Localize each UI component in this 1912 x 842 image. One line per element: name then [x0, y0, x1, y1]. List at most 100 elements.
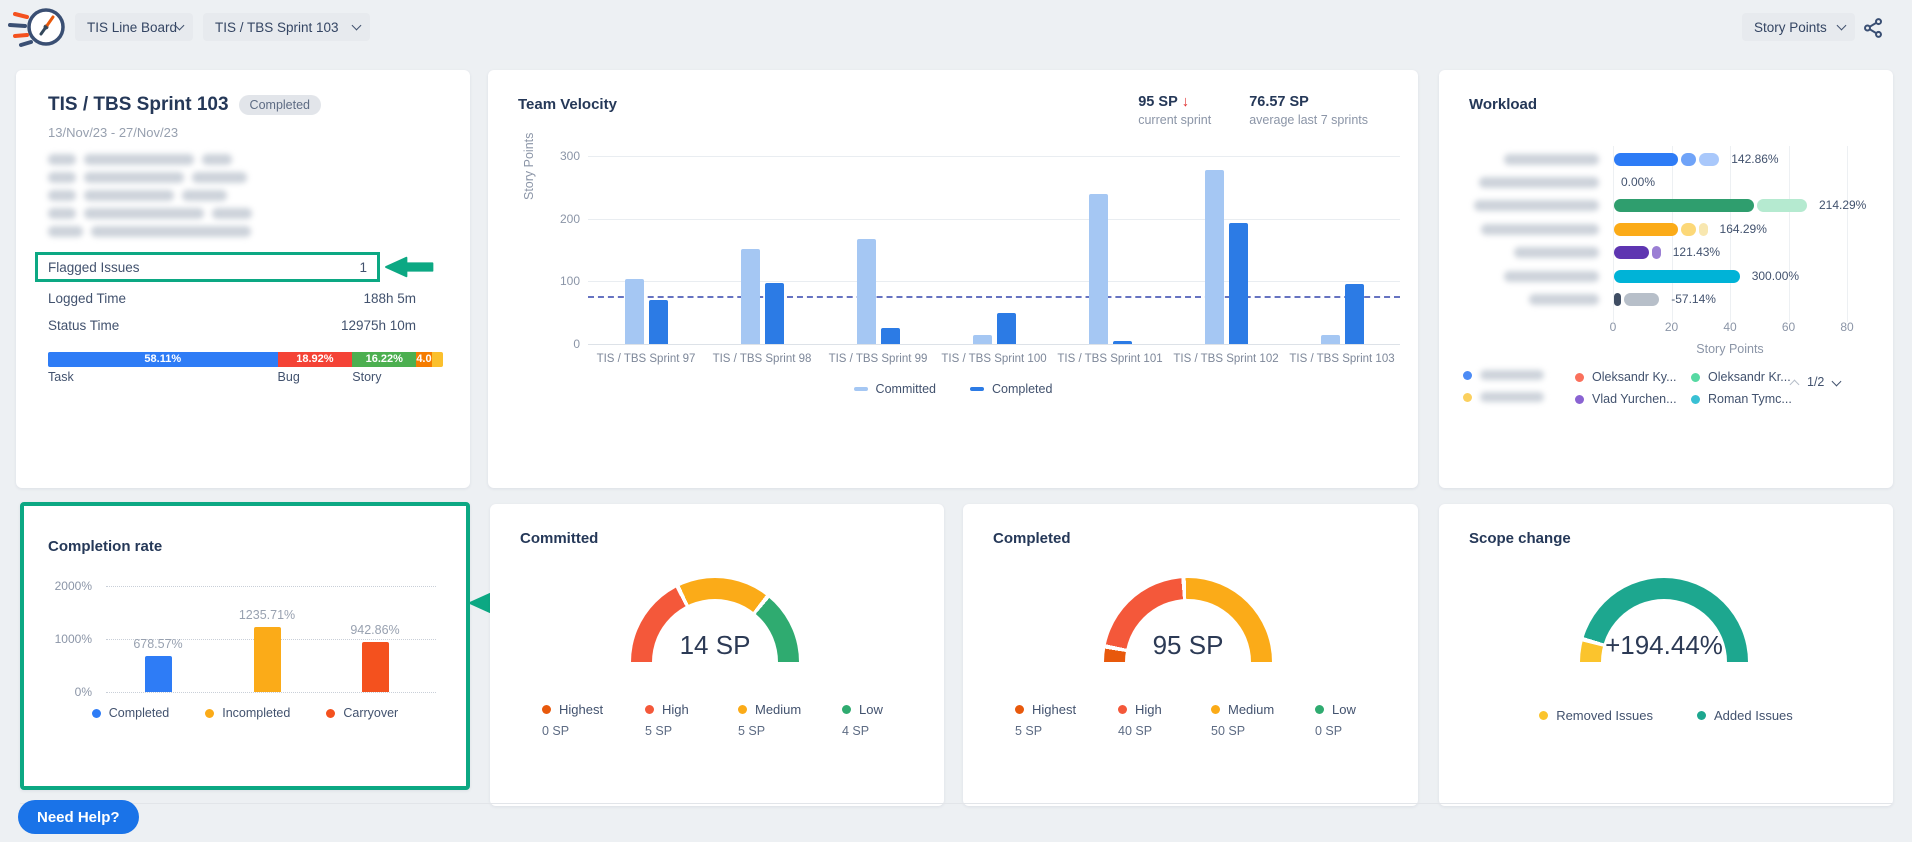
workload-value-label: 142.86%	[1731, 152, 1778, 166]
legend-value: 4 SP	[842, 724, 883, 738]
legend-swatch	[1463, 371, 1472, 380]
x-axis-tick-label: 40	[1710, 320, 1750, 334]
legend-value: 5 SP	[1015, 724, 1076, 738]
issue-bar-segment: 18.92%	[278, 352, 353, 367]
completed-gauge-card: Completed 95 SPHighest5 SPHigh40 SPMediu…	[963, 504, 1418, 806]
current-sprint-stat: 95 SP↓ current sprint	[1138, 94, 1211, 127]
redacted-text	[84, 208, 204, 219]
legend-label: Carryover	[343, 706, 398, 720]
legend-swatch	[970, 387, 984, 391]
stat-value: 1	[359, 260, 367, 275]
legend-swatch	[1015, 705, 1024, 714]
velocity-stats: 95 SP↓ current sprint 76.57 SP average l…	[1138, 94, 1368, 127]
legend-value: 0 SP	[1315, 724, 1356, 738]
legend-swatch	[542, 705, 551, 714]
average-stat: 76.57 SP average last 7 sprints	[1249, 94, 1368, 127]
velocity-y-axis-title: Story Points	[522, 133, 536, 200]
workload-bar-segment	[1614, 293, 1621, 306]
legend-row: High	[645, 702, 689, 717]
y-axis-tick-label: 200	[544, 212, 580, 226]
completion-bar-carryover	[362, 642, 389, 692]
redacted-legend-label	[1480, 392, 1544, 402]
sprint-header: TIS / TBS Sprint 103 Completed	[48, 94, 321, 116]
redacted-legend-label	[1480, 370, 1544, 380]
workload-bar-segment	[1652, 246, 1661, 259]
workload-card: Workload 142.86%0.00%214.29%164.29%121.4…	[1439, 70, 1893, 488]
completion-rate-card: Completion rate CompletedIncompletedCarr…	[20, 502, 470, 790]
y-axis-tick-label: 0	[544, 337, 580, 351]
legend-label: Removed Issues	[1556, 708, 1653, 723]
legend-item: Highest5 SP	[1015, 702, 1076, 738]
scope-change-title: Scope change	[1469, 530, 1571, 547]
legend-value: 5 SP	[738, 724, 801, 738]
legend-item: Completed	[92, 706, 169, 720]
issue-bar-segment: 58.11%	[48, 352, 278, 367]
redacted-text	[212, 208, 252, 219]
sprint-date-range: 13/Nov/23 - 27/Nov/23	[48, 125, 178, 140]
issue-type-label: Story	[352, 370, 381, 384]
app-logo-icon	[8, 2, 70, 59]
gridline	[1789, 146, 1790, 322]
redacted-text	[84, 190, 174, 201]
workload-bar-segment	[1614, 223, 1678, 236]
unit-dropdown[interactable]: Story Points	[1742, 13, 1855, 41]
legend-swatch	[1575, 373, 1584, 382]
legend-swatch	[1211, 705, 1220, 714]
legend-swatch	[1118, 705, 1127, 714]
chevron-down-icon[interactable]	[1832, 376, 1842, 386]
gridline	[106, 692, 436, 693]
legend-swatch	[645, 705, 654, 714]
legend-value: 40 SP	[1118, 724, 1162, 738]
legend-item: High40 SP	[1118, 702, 1162, 738]
legend-label: Oleksandr Kr...	[1708, 370, 1791, 384]
legend-item: Oleksandr Kr...	[1691, 370, 1791, 384]
y-axis-tick-label: 300	[544, 149, 580, 163]
legend-label: Highest	[559, 702, 603, 717]
completed-title: Completed	[993, 530, 1071, 547]
page-bottom-divider	[20, 803, 1892, 804]
gridline	[106, 586, 436, 587]
committed-title: Committed	[520, 530, 598, 547]
workload-value-label: 121.43%	[1673, 245, 1720, 259]
velocity-bar-group	[588, 156, 704, 344]
workload-legend-pager: 1/2	[1791, 375, 1840, 389]
bar-value-label: 1235.71%	[212, 608, 322, 622]
completion-bar-completed	[145, 656, 172, 692]
velocity-bar-completed	[881, 328, 900, 344]
workload-bar-segment	[1614, 153, 1678, 166]
redacted-assignee-label	[1479, 177, 1599, 188]
y-axis-tick-label: 1000%	[38, 632, 92, 646]
redacted-assignee-label	[1504, 271, 1599, 282]
redacted-sprint-details	[48, 150, 252, 240]
chevron-up-icon[interactable]	[1790, 379, 1800, 389]
redacted-text	[48, 172, 76, 183]
legend-item: High5 SP	[645, 702, 689, 738]
sprint-dropdown[interactable]: TIS / TBS Sprint 103	[203, 13, 370, 41]
legend-label: Added Issues	[1714, 708, 1793, 723]
legend-swatch	[1539, 711, 1548, 720]
velocity-bar-group	[1284, 156, 1400, 344]
stat-value: 188h 5m	[363, 291, 416, 306]
velocity-bar-completed	[1345, 284, 1364, 344]
sprint-report-dashboard: TIS Line Board TIS / TBS Sprint 103 Stor…	[0, 0, 1912, 842]
share-icon	[1862, 27, 1884, 42]
issue-type-labels: TaskBugStory	[48, 370, 443, 386]
sprint-stat-row: Flagged Issues1	[35, 252, 380, 282]
legend-item: Completed	[970, 382, 1052, 396]
share-button[interactable]	[1860, 16, 1886, 42]
legend-value: 0 SP	[542, 724, 603, 738]
legend-swatch	[854, 387, 868, 391]
x-axis-tick-label: TIS / TBS Sprint 101	[1052, 353, 1168, 365]
x-axis-tick-label: TIS / TBS Sprint 100	[936, 353, 1052, 365]
workload-value-label: 214.29%	[1819, 198, 1866, 212]
scope-legend: Removed Issues Added Issues	[1439, 708, 1893, 723]
legend-swatch	[1315, 705, 1324, 714]
board-dropdown[interactable]: TIS Line Board	[75, 13, 193, 41]
workload-value-label: 164.29%	[1720, 222, 1767, 236]
velocity-bar-group	[820, 156, 936, 344]
velocity-bar-group	[1052, 156, 1168, 344]
velocity-bar-committed	[741, 249, 760, 344]
x-axis-tick-label: TIS / TBS Sprint 98	[704, 353, 820, 365]
legend-row: Medium	[1211, 702, 1274, 717]
need-help-button[interactable]: Need Help?	[18, 800, 139, 834]
